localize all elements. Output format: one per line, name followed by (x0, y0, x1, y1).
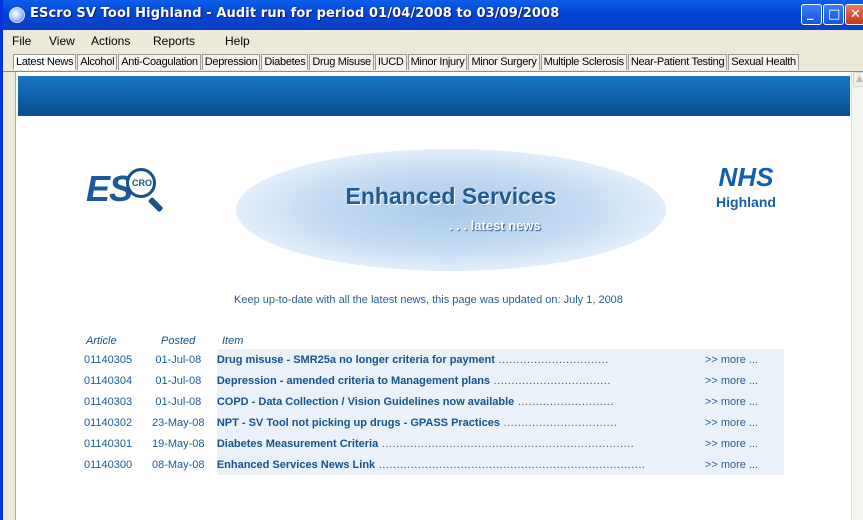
article-number: 01140301 (84, 437, 133, 450)
posted-date: 08-May-08 (151, 458, 205, 471)
tab-latest-news[interactable]: Latest News (13, 54, 77, 70)
header-posted: Posted (161, 335, 196, 347)
article-number: 01140300 (84, 458, 133, 471)
tab-row: Latest News Alcohol Anti-Coagulation Dep… (13, 54, 800, 70)
window-title: EScro SV Tool Highland - Audit run for p… (30, 6, 560, 21)
close-button[interactable]: ✕ (845, 4, 863, 25)
news-row: 01140303 01-Jul-08 COPD - Data Collectio… (84, 391, 784, 412)
news-item-link[interactable]: Depression - amended criteria to Managem… (217, 375, 490, 387)
article-number: 01140303 (84, 395, 133, 408)
leader-dots: ........................................… (378, 437, 635, 450)
tab-multiple-sclerosis[interactable]: Multiple Sclerosis (540, 54, 627, 70)
enhanced-services-banner: Enhanced Services . . . latest news (236, 149, 666, 271)
banner-subtitle: . . . latest news (449, 218, 541, 233)
news-content-panel: ES CRO Enhanced Services . . . latest ne… (15, 72, 852, 520)
news-item-link[interactable]: Diabetes Measurement Criteria (217, 438, 378, 450)
news-item-cell: Depression - amended criteria to Managem… (216, 370, 697, 391)
leader-dots: ........................... (514, 395, 614, 408)
posted-date: 01-Jul-08 (155, 395, 202, 408)
news-row: 01140305 01-Jul-08 Drug misuse - SMR25a … (84, 349, 784, 370)
magnifier-handle (147, 196, 164, 213)
news-item-link[interactable]: Drug misuse - SMR25a no longer criteria … (217, 354, 495, 366)
posted-date: 23-May-08 (151, 416, 205, 429)
news-item-cell: NPT - SV Tool not picking up drugs - GPA… (216, 412, 697, 433)
more-link[interactable]: >> more ... (696, 391, 784, 412)
tab-drug-misuse[interactable]: Drug Misuse (309, 54, 374, 70)
tab-diabetes[interactable]: Diabetes (261, 54, 309, 70)
news-item-cell: Diabetes Measurement Criteria ..........… (216, 433, 697, 454)
leader-dots: ............................... (494, 353, 609, 366)
scroll-up-arrow-icon[interactable]: ▲ (853, 72, 863, 87)
news-item-link[interactable]: Enhanced Services News Link (217, 459, 375, 471)
posted-date: 01-Jul-08 (155, 374, 202, 387)
leader-dots: ........................................… (375, 458, 646, 471)
header-article: Article (86, 335, 117, 347)
tab-sexual-health[interactable]: Sexual Health (728, 54, 799, 70)
update-notice: Keep up-to-date with all the latest news… (234, 294, 623, 306)
tab-depression[interactable]: Depression (201, 54, 261, 70)
escro-logo-text: ES (86, 168, 133, 209)
application-window: EScro SV Tool Highland - Audit run for p… (0, 0, 863, 520)
cro-logo-text: CRO (132, 178, 152, 188)
news-row: 01140301 19-May-08 Diabetes Measurement … (84, 433, 784, 454)
leader-dots: ................................. (490, 374, 611, 387)
tab-near-patient-testing[interactable]: Near-Patient Testing (627, 54, 728, 70)
tab-iucd[interactable]: IUCD (374, 54, 407, 70)
menu-reports[interactable]: Reports (153, 34, 195, 48)
more-link[interactable]: >> more ... (696, 412, 784, 433)
news-item-cell: Drug misuse - SMR25a no longer criteria … (216, 349, 697, 370)
vertical-scrollbar[interactable]: ▲ (851, 72, 863, 520)
tab-anti-coagulation[interactable]: Anti-Coagulation (118, 54, 201, 70)
posted-date: 19-May-08 (151, 437, 205, 450)
nhs-logo: NHS (718, 162, 774, 192)
news-item-link[interactable]: NPT - SV Tool not picking up drugs - GPA… (217, 417, 500, 429)
article-number: 01140304 (84, 374, 133, 387)
close-icon: ✕ (850, 7, 861, 22)
banner-title: Enhanced Services (345, 183, 557, 209)
news-item-cell: COPD - Data Collection / Vision Guidelin… (216, 391, 697, 412)
tab-minor-injury[interactable]: Minor Injury (407, 54, 468, 70)
article-number: 01140305 (84, 353, 133, 366)
menu-bar: File View Actions Reports Help (3, 30, 863, 52)
magnifier-logo-icon: CRO (126, 168, 156, 198)
article-number: 01140302 (84, 416, 133, 429)
news-row: 01140302 23-May-08 NPT - SV Tool not pic… (84, 412, 784, 433)
tab-minor-surgery[interactable]: Minor Surgery (468, 54, 540, 70)
more-link[interactable]: >> more ... (696, 433, 784, 454)
app-icon (9, 7, 25, 23)
news-row: 01140300 08-May-08 Enhanced Services New… (84, 454, 784, 475)
menu-actions[interactable]: Actions (91, 34, 130, 48)
posted-date: 01-Jul-08 (155, 353, 202, 366)
more-link[interactable]: >> more ... (696, 349, 784, 370)
minimize-button[interactable]: _ (801, 4, 822, 25)
menu-help[interactable]: Help (225, 34, 250, 48)
maximize-button[interactable]: □ (823, 4, 844, 25)
minimize-icon: _ (807, 6, 814, 21)
menu-file[interactable]: File (12, 34, 31, 48)
news-item-cell: Enhanced Services News Link ............… (216, 454, 697, 475)
title-bar[interactable]: EScro SV Tool Highland - Audit run for p… (3, 0, 863, 30)
news-row: 01140304 01-Jul-08 Depression - amended … (84, 370, 784, 391)
header-item: Item (222, 335, 244, 347)
header-banner-bar (18, 76, 850, 116)
news-item-link[interactable]: COPD - Data Collection / Vision Guidelin… (217, 396, 514, 408)
maximize-icon: □ (828, 7, 841, 22)
more-link[interactable]: >> more ... (696, 370, 784, 391)
leader-dots: ................................ (500, 416, 618, 429)
news-table: 01140305 01-Jul-08 Drug misuse - SMR25a … (84, 349, 784, 475)
more-link[interactable]: >> more ... (696, 454, 784, 475)
tab-alcohol[interactable]: Alcohol (77, 54, 118, 70)
menu-view[interactable]: View (49, 34, 75, 48)
nhs-region-label: Highland (716, 194, 776, 210)
tab-strip: Latest News Alcohol Anti-Coagulation Dep… (3, 52, 863, 72)
